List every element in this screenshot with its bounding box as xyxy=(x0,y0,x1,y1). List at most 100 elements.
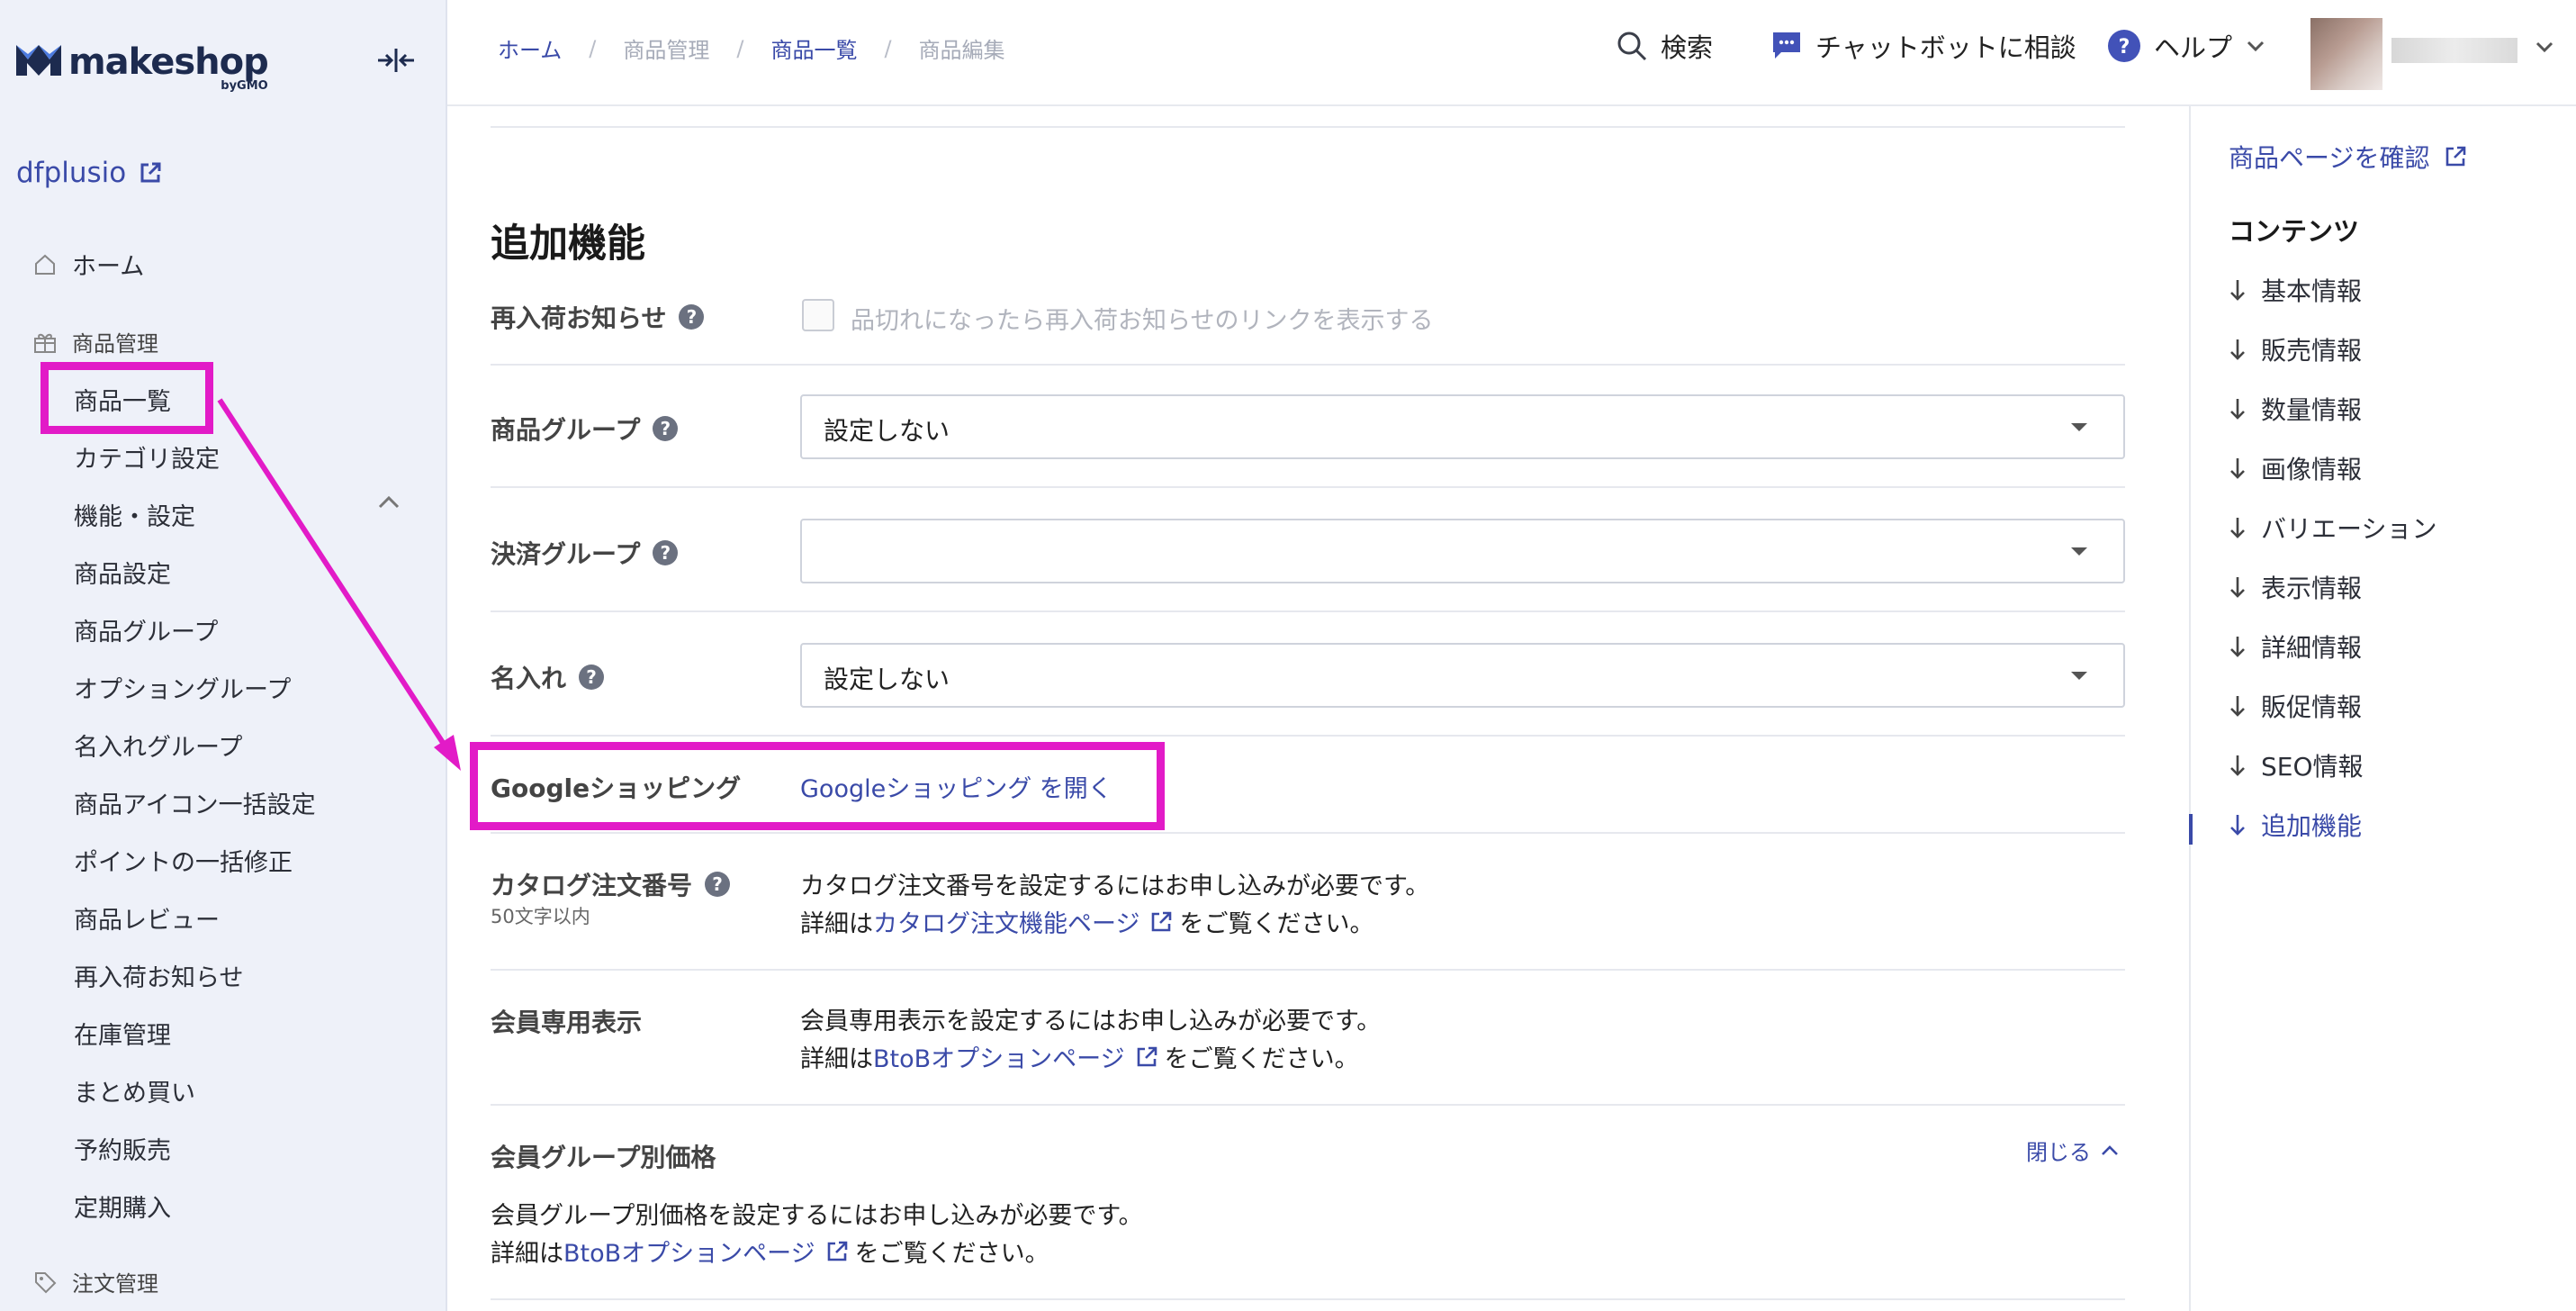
member-group-price-detail-prefix: 詳細は xyxy=(491,1240,563,1268)
chatbot-button[interactable]: チャットボットに相談 xyxy=(1770,27,2076,65)
toc-item[interactable]: 販売情報 xyxy=(2229,331,2362,367)
toc-item-label: 追加機能 xyxy=(2261,811,2363,841)
highlight-box-google-shopping xyxy=(470,742,1165,830)
help-icon[interactable]: ? xyxy=(653,540,679,565)
toc-item[interactable]: 数量情報 xyxy=(2229,391,2362,427)
breadcrumb-separator: / xyxy=(736,35,744,61)
toc-item[interactable]: 追加機能 xyxy=(2229,807,2362,843)
toc-item[interactable]: 販促情報 xyxy=(2229,688,2362,724)
sidebar-item-option-group[interactable]: オプショングループ xyxy=(74,670,291,705)
search-button[interactable]: 検索 xyxy=(1616,27,1713,65)
member-group-price-label: 会員グループ別価格 xyxy=(491,1143,716,1172)
section-title: 追加機能 xyxy=(491,222,645,267)
toc-item[interactable]: 画像情報 xyxy=(2229,450,2362,486)
sidebar-item-features[interactable]: 機能・設定 xyxy=(74,497,195,532)
external-link-icon[interactable] xyxy=(1148,909,1174,935)
catalog-detail-line: 詳細は カタログ注文機能ページ をご覧ください。 xyxy=(800,904,1374,939)
toc-item-label: 詳細情報 xyxy=(2261,633,2363,663)
tag-icon xyxy=(35,1271,57,1293)
breadcrumb-products: 商品管理 xyxy=(623,38,710,63)
sidebar-item-product-settings[interactable]: 商品設定 xyxy=(74,555,171,590)
sidebar-item-bulk-buy[interactable]: まとめ買い xyxy=(74,1073,195,1108)
member-display-detail-suffix: をご覧ください。 xyxy=(1164,1045,1359,1073)
sidebar-item-point-bulk[interactable]: ポイントの一括修正 xyxy=(74,843,293,878)
toc-item[interactable]: 詳細情報 xyxy=(2229,628,2362,665)
view-product-page-link[interactable]: 商品ページを確認 xyxy=(2229,139,2467,175)
help-icon[interactable]: ? xyxy=(679,304,705,330)
user-avatar[interactable] xyxy=(2310,18,2382,90)
payment-group-label-row: 決済グループ ? xyxy=(491,535,679,571)
toc-active-marker xyxy=(2189,814,2193,845)
sidebar-item-product-group[interactable]: 商品グループ xyxy=(74,612,218,647)
catalog-page-link[interactable]: カタログ注文機能ページ xyxy=(873,904,1139,939)
engraving-select[interactable]: 設定しない xyxy=(800,643,2125,708)
engraving-label: 名入れ xyxy=(491,664,567,693)
sidebar-item-engraving-group[interactable]: 名入れグループ xyxy=(74,728,242,763)
arrow-down-icon xyxy=(2230,755,2245,776)
breadcrumb-product-list[interactable]: 商品一覧 xyxy=(770,32,857,64)
member-display-detail-prefix: 詳細は xyxy=(800,1045,873,1073)
main-content: 追加機能 再入荷お知らせ ? 品切れになったら再入荷お知らせのリンクを表示する … xyxy=(447,106,2157,1311)
sidebar-item-home[interactable]: ホーム xyxy=(32,247,144,282)
sidebar-item-preorder[interactable]: 予約販売 xyxy=(74,1131,171,1166)
toc-item[interactable]: 表示情報 xyxy=(2229,569,2362,605)
divider xyxy=(491,1298,2125,1300)
restock-label: 再入荷お知らせ xyxy=(491,303,667,333)
external-link-icon[interactable] xyxy=(1134,1044,1159,1070)
product-group-select[interactable]: 設定しない xyxy=(800,394,2125,459)
external-link-icon[interactable] xyxy=(824,1239,850,1264)
chevron-up-icon[interactable] xyxy=(376,493,401,511)
sidebar-item-category[interactable]: カテゴリ設定 xyxy=(74,439,220,475)
toc-item[interactable]: 基本情報 xyxy=(2229,272,2362,308)
catalog-label: カタログ注文番号 xyxy=(491,871,693,900)
sidebar-item-review[interactable]: 商品レビュー xyxy=(74,900,220,936)
toggle-label: 閉じる xyxy=(2026,1140,2091,1165)
arrow-down-icon xyxy=(2230,339,2245,360)
caret-down-icon xyxy=(2071,672,2087,680)
engraving-label-row: 名入れ ? xyxy=(491,659,605,695)
restock-checkbox[interactable] xyxy=(802,299,834,331)
sidebar-collapse-icon[interactable] xyxy=(376,45,416,76)
makeshop-logo[interactable]: makeshop byGMO xyxy=(16,41,269,93)
sidebar-item-inventory[interactable]: 在庫管理 xyxy=(74,1016,171,1051)
search-icon xyxy=(1617,32,1647,61)
chevron-up-icon xyxy=(2102,1144,2118,1155)
payment-group-select[interactable] xyxy=(800,519,2125,583)
divider xyxy=(491,364,2125,366)
arrow-down-icon xyxy=(2230,815,2245,836)
chat-icon xyxy=(1773,32,1800,59)
divider xyxy=(491,126,2125,128)
sidebar-item-subscription[interactable]: 定期購入 xyxy=(74,1189,171,1224)
product-group-label-row: 商品グループ ? xyxy=(491,411,679,447)
restock-checkbox-label: 品切れになったら再入荷お知らせのリンクを表示する xyxy=(851,307,1434,335)
sidebar-section-products[interactable]: 商品管理 xyxy=(32,326,158,357)
shop-link[interactable]: dfplusio xyxy=(16,157,162,189)
divider xyxy=(491,832,2125,834)
help-icon[interactable]: ? xyxy=(705,872,731,897)
sidebar-item-icon-bulk[interactable]: 商品アイコン一括設定 xyxy=(74,785,316,820)
toc-item[interactable]: SEO情報 xyxy=(2229,747,2364,783)
sidebar-section-orders[interactable]: 注文管理 xyxy=(32,1266,158,1297)
help-menu[interactable]: ? ヘルプ xyxy=(2107,27,2266,65)
toc-item[interactable]: バリエーション xyxy=(2229,510,2436,546)
divider xyxy=(491,486,2125,488)
help-icon[interactable]: ? xyxy=(579,665,605,690)
member-display-label: 会員専用表示 xyxy=(491,1008,643,1037)
sidebar-item-restock[interactable]: 再入荷お知らせ xyxy=(74,958,243,993)
arrow-down-icon xyxy=(2230,637,2245,657)
toc-item-label: 販促情報 xyxy=(2261,692,2363,722)
btob-option-link[interactable]: BtoBオプションページ xyxy=(563,1234,815,1269)
user-name-blurred[interactable] xyxy=(2391,38,2517,63)
chevron-down-icon[interactable] xyxy=(2534,40,2555,54)
breadcrumb-home[interactable]: ホーム xyxy=(498,32,562,64)
btob-option-link[interactable]: BtoBオプションページ xyxy=(873,1039,1125,1074)
help-icon[interactable]: ? xyxy=(653,416,679,441)
breadcrumb-separator: / xyxy=(884,35,892,61)
catalog-detail-suffix: をご覧ください。 xyxy=(1179,910,1374,938)
caret-down-icon xyxy=(2071,423,2087,431)
product-group-value: 設定しない xyxy=(824,416,950,446)
breadcrumb: ホーム / 商品管理 / 商品一覧 / 商品編集 xyxy=(498,32,1005,64)
divider xyxy=(491,735,2125,737)
member-group-price-toggle[interactable]: 閉じる xyxy=(2026,1135,2120,1166)
sidebar-home-label: ホーム xyxy=(72,253,145,281)
